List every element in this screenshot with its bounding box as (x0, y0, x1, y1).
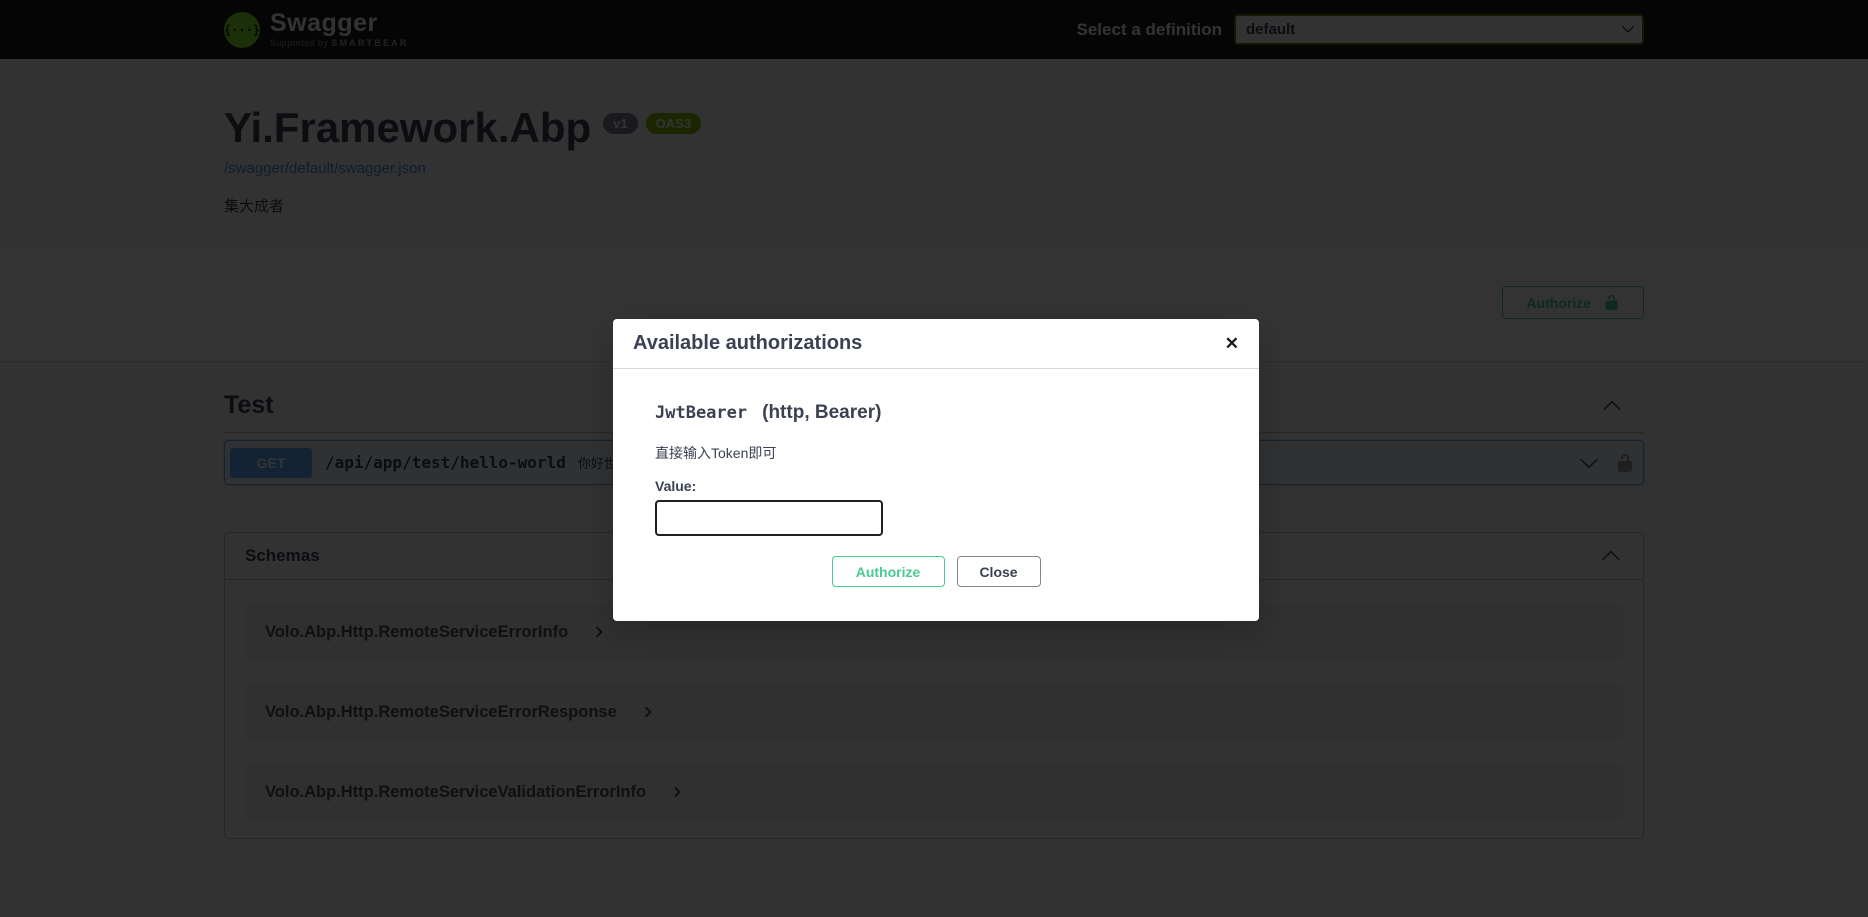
auth-scheme-type: (http, Bearer) (762, 402, 881, 424)
token-value-input[interactable] (655, 500, 883, 536)
auth-scheme-name: JwtBearer (655, 403, 747, 423)
available-authorizations-modal: Available authorizations ✕ JwtBearer (ht… (613, 319, 1259, 621)
value-label: Value: (655, 478, 1217, 494)
modal-close-button[interactable]: Close (957, 556, 1041, 587)
auth-description: 直接输入Token即可 (655, 443, 1217, 463)
modal-authorize-button[interactable]: Authorize (832, 556, 945, 587)
modal-title: Available authorizations (633, 332, 862, 355)
modal-close-x-icon[interactable]: ✕ (1225, 335, 1239, 352)
